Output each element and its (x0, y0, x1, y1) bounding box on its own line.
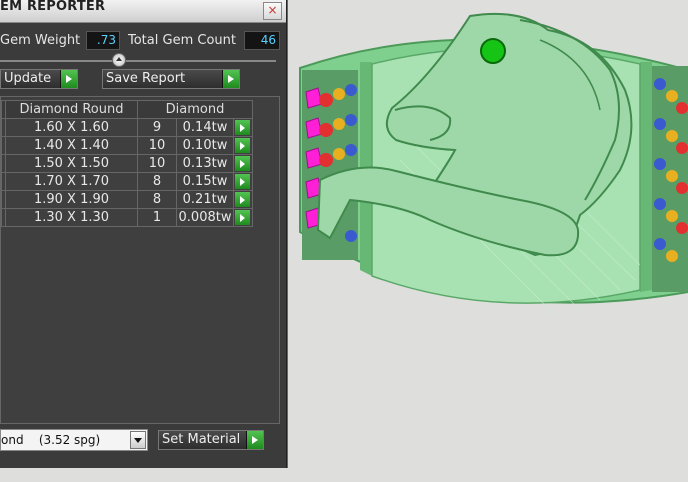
row-weight: 0.008tw (176, 208, 234, 227)
table-header: Diamond Round Diamond (1, 100, 253, 119)
panel-title: EM REPORTER (0, 0, 106, 14)
table-row[interactable]: 1.70 X 1.70 8 0.15tw (1, 172, 253, 191)
set-material-label: Set Material (162, 432, 241, 447)
material-select[interactable]: ond (3.52 spg) (0, 429, 148, 451)
row-weight: 0.13tw (176, 154, 234, 173)
go-arrow-icon[interactable] (235, 120, 250, 135)
row-size: 1.70 X 1.70 (5, 172, 138, 191)
row-size: 1.60 X 1.60 (5, 118, 138, 137)
gem-weight-label: Gem Weight (0, 33, 81, 48)
go-arrow-icon[interactable] (235, 138, 250, 153)
row-size: 1.40 X 1.40 (5, 136, 138, 155)
gem-reporter-panel: EM REPORTER × Gem Weight .73 Total Gem C… (0, 0, 287, 468)
table-row[interactable]: 1.30 X 1.30 1 0.008tw (1, 208, 253, 227)
go-arrow-icon[interactable] (235, 210, 250, 225)
table-row[interactable]: 1.90 X 1.90 8 0.21tw (1, 190, 253, 209)
material-value: ond (3.52 spg) (1, 433, 101, 447)
gem-count-label: Total Gem Count (128, 33, 236, 48)
right-gem-settings (652, 66, 688, 292)
go-arrow-icon[interactable] (235, 156, 250, 171)
save-report-button[interactable]: Save Report (102, 69, 240, 89)
go-arrow-icon[interactable] (235, 192, 250, 207)
header-type[interactable]: Diamond (137, 100, 253, 119)
row-count: 10 (137, 154, 177, 173)
table-row[interactable]: 1.60 X 1.60 9 0.14tw (1, 118, 253, 137)
row-count: 8 (137, 190, 177, 209)
dropdown-chevron-icon[interactable] (130, 431, 146, 449)
update-label: Update (4, 71, 52, 86)
row-size: 1.30 X 1.30 (5, 208, 138, 227)
go-arrow-icon[interactable] (246, 431, 263, 449)
slider-track[interactable] (0, 60, 276, 62)
table-row[interactable]: 1.50 X 1.50 10 0.13tw (1, 154, 253, 173)
row-weight: 0.10tw (176, 136, 234, 155)
row-weight: 0.21tw (176, 190, 234, 209)
row-count: 1 (137, 208, 177, 227)
set-material-button[interactable]: Set Material (158, 430, 264, 450)
row-size: 1.90 X 1.90 (5, 190, 138, 209)
row-count: 10 (137, 136, 177, 155)
header-size[interactable]: Diamond Round (5, 100, 138, 119)
gem-table-area: Diamond Round Diamond 1.60 X 1.60 9 0.14… (0, 96, 280, 424)
panel-titlebar[interactable]: EM REPORTER × (0, 0, 286, 23)
row-size: 1.50 X 1.50 (5, 154, 138, 173)
horse-eye-gem (480, 38, 506, 64)
row-weight: 0.14tw (176, 118, 234, 137)
go-arrow-icon[interactable] (222, 70, 239, 88)
go-arrow-icon[interactable] (60, 70, 77, 88)
gem-weight-value: .73 (86, 31, 120, 50)
save-report-label: Save Report (106, 71, 186, 86)
close-icon[interactable]: × (263, 2, 282, 20)
gem-table: Diamond Round Diamond 1.60 X 1.60 9 0.14… (1, 100, 253, 227)
gem-count-value: 46 (244, 31, 280, 50)
go-arrow-icon[interactable] (235, 174, 250, 189)
update-button[interactable]: Update (0, 69, 78, 89)
row-count: 9 (137, 118, 177, 137)
slider-knob-icon[interactable] (112, 53, 126, 67)
row-count: 8 (137, 172, 177, 191)
table-row[interactable]: 1.40 X 1.40 10 0.10tw (1, 136, 253, 155)
row-weight: 0.15tw (176, 172, 234, 191)
